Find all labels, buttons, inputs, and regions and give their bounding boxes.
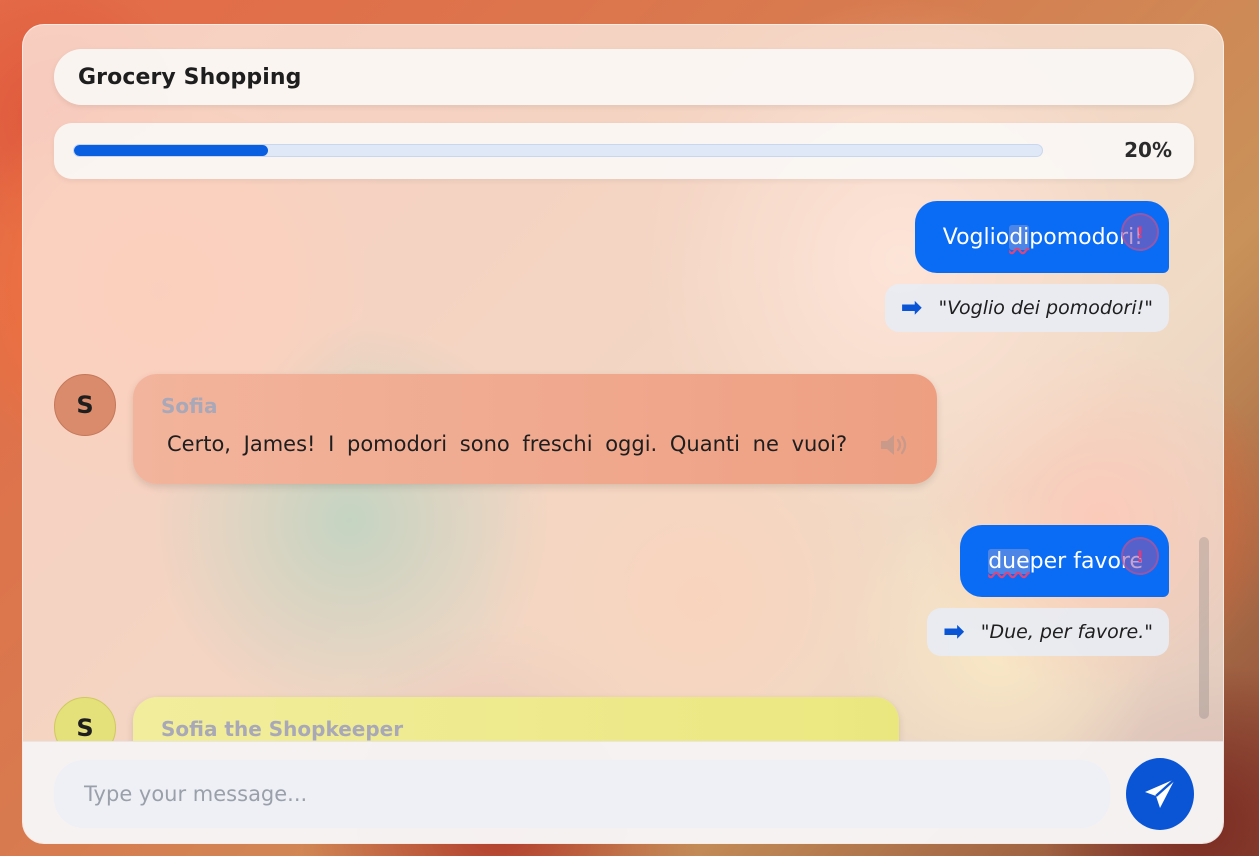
- message-input[interactable]: [54, 760, 1110, 828]
- avatar: S: [54, 374, 116, 436]
- composer-bar: [23, 741, 1223, 843]
- avatar-initial: S: [76, 714, 94, 741]
- error-word[interactable]: di: [1009, 224, 1030, 250]
- page-title: Grocery Shopping: [78, 64, 302, 90]
- correction-hint: ➡ "Voglio dei pomodori!": [884, 284, 1169, 332]
- alert-icon[interactable]: !: [1121, 213, 1159, 251]
- correction-text: "Voglio dei pomodori!": [938, 297, 1153, 319]
- correction-text: "Due, per favore.": [980, 621, 1153, 643]
- progress-card: 20%: [54, 123, 1194, 179]
- bot-message-text: Certo, James! I pomodori sono freschi og…: [167, 432, 848, 456]
- header-bar: Grocery Shopping: [54, 49, 1194, 105]
- correction-hint: ➡ "Due, per favore.": [926, 608, 1169, 656]
- alert-icon[interactable]: !: [1121, 537, 1159, 575]
- speaker-icon[interactable]: [879, 432, 911, 458]
- user-message: due per favore !: [960, 525, 1169, 597]
- progress-percent: 20%: [1124, 138, 1172, 162]
- chat-messages[interactable]: Voglio di pomodori! ! ➡ "Voglio dei pomo…: [23, 195, 1211, 741]
- user-message-text: Voglio: [942, 224, 1010, 250]
- chat-scrollbar[interactable]: [1199, 537, 1209, 719]
- right-arrow-icon: ➡: [942, 617, 965, 647]
- user-message: Voglio di pomodori! !: [914, 201, 1169, 273]
- chat-panel: Grocery Shopping 20% Voglio di pomodori!…: [22, 24, 1224, 844]
- progress-bar: [73, 144, 1043, 157]
- send-button[interactable]: [1126, 758, 1194, 830]
- bot-message: Sofia the Shopkeeper: [133, 697, 899, 741]
- avatar-initial: S: [76, 391, 94, 419]
- bot-message: Sofia Certo, James! I pomodori sono fres…: [133, 374, 937, 484]
- avatar: S: [54, 697, 116, 741]
- sender-name: Sofia: [161, 394, 218, 418]
- sender-name: Sofia the Shopkeeper: [161, 717, 404, 741]
- error-word[interactable]: due: [988, 548, 1030, 574]
- progress-fill: [74, 145, 268, 156]
- right-arrow-icon: ➡: [900, 293, 923, 323]
- send-icon: [1145, 778, 1176, 808]
